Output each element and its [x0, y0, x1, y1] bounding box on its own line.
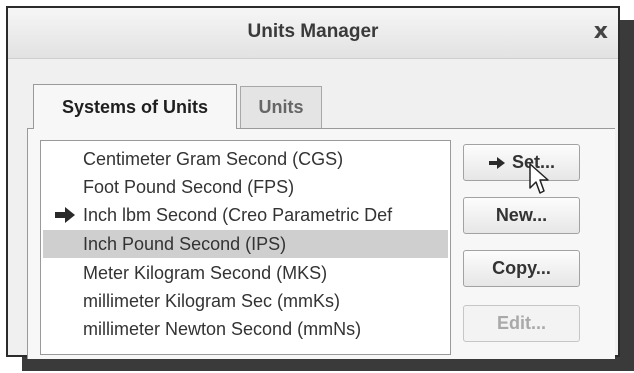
mouse-pointer-icon	[529, 163, 549, 194]
list-item[interactable]: Centimeter Gram Second (CGS)	[43, 145, 448, 173]
systems-of-units-list[interactable]: Centimeter Gram Second (CGS) Foot Pound …	[40, 140, 451, 355]
list-item[interactable]: Foot Pound Second (FPS)	[43, 173, 448, 201]
tab-units[interactable]: Units	[240, 86, 322, 128]
tab-systems-of-units[interactable]: Systems of Units	[33, 84, 237, 129]
list-item-current-system[interactable]: Inch lbm Second (Creo Parametric Def	[43, 201, 448, 229]
list-item[interactable]: millimeter Newton Second (mmNs)	[43, 315, 448, 343]
list-item[interactable]: Meter Kilogram Second (MKS)	[43, 259, 448, 287]
right-arrow-icon	[55, 207, 75, 223]
list-item-label: millimeter Kilogram Sec (mmKs)	[83, 290, 341, 311]
copy-button[interactable]: Copy...	[463, 250, 580, 287]
list-item-label: Inch lbm Second (Creo Parametric Def	[83, 204, 393, 225]
list-item-label: Meter Kilogram Second (MKS)	[83, 262, 328, 283]
title-bar[interactable]: Units Manager x	[8, 8, 618, 59]
close-icon[interactable]: x	[594, 19, 608, 44]
copy-button-label: Copy...	[492, 258, 551, 278]
window-title: Units Manager	[247, 21, 379, 42]
list-item-label: Inch Pound Second (IPS)	[83, 233, 287, 254]
edit-button-label: Edit...	[497, 313, 546, 333]
list-item-label: millimeter Newton Second (mmNs)	[83, 318, 362, 339]
list-item-selected[interactable]: Inch Pound Second (IPS)	[43, 230, 448, 258]
edit-button: Edit...	[463, 305, 580, 342]
new-button[interactable]: New...	[463, 197, 580, 234]
list-item[interactable]: millimeter Kilogram Sec (mmKs)	[43, 287, 448, 315]
list-item-label: Foot Pound Second (FPS)	[83, 176, 295, 197]
list-item-label: Centimeter Gram Second (CGS)	[83, 148, 344, 169]
right-arrow-icon	[488, 156, 505, 169]
set-button[interactable]: Set...	[463, 144, 580, 181]
new-button-label: New...	[495, 205, 548, 225]
